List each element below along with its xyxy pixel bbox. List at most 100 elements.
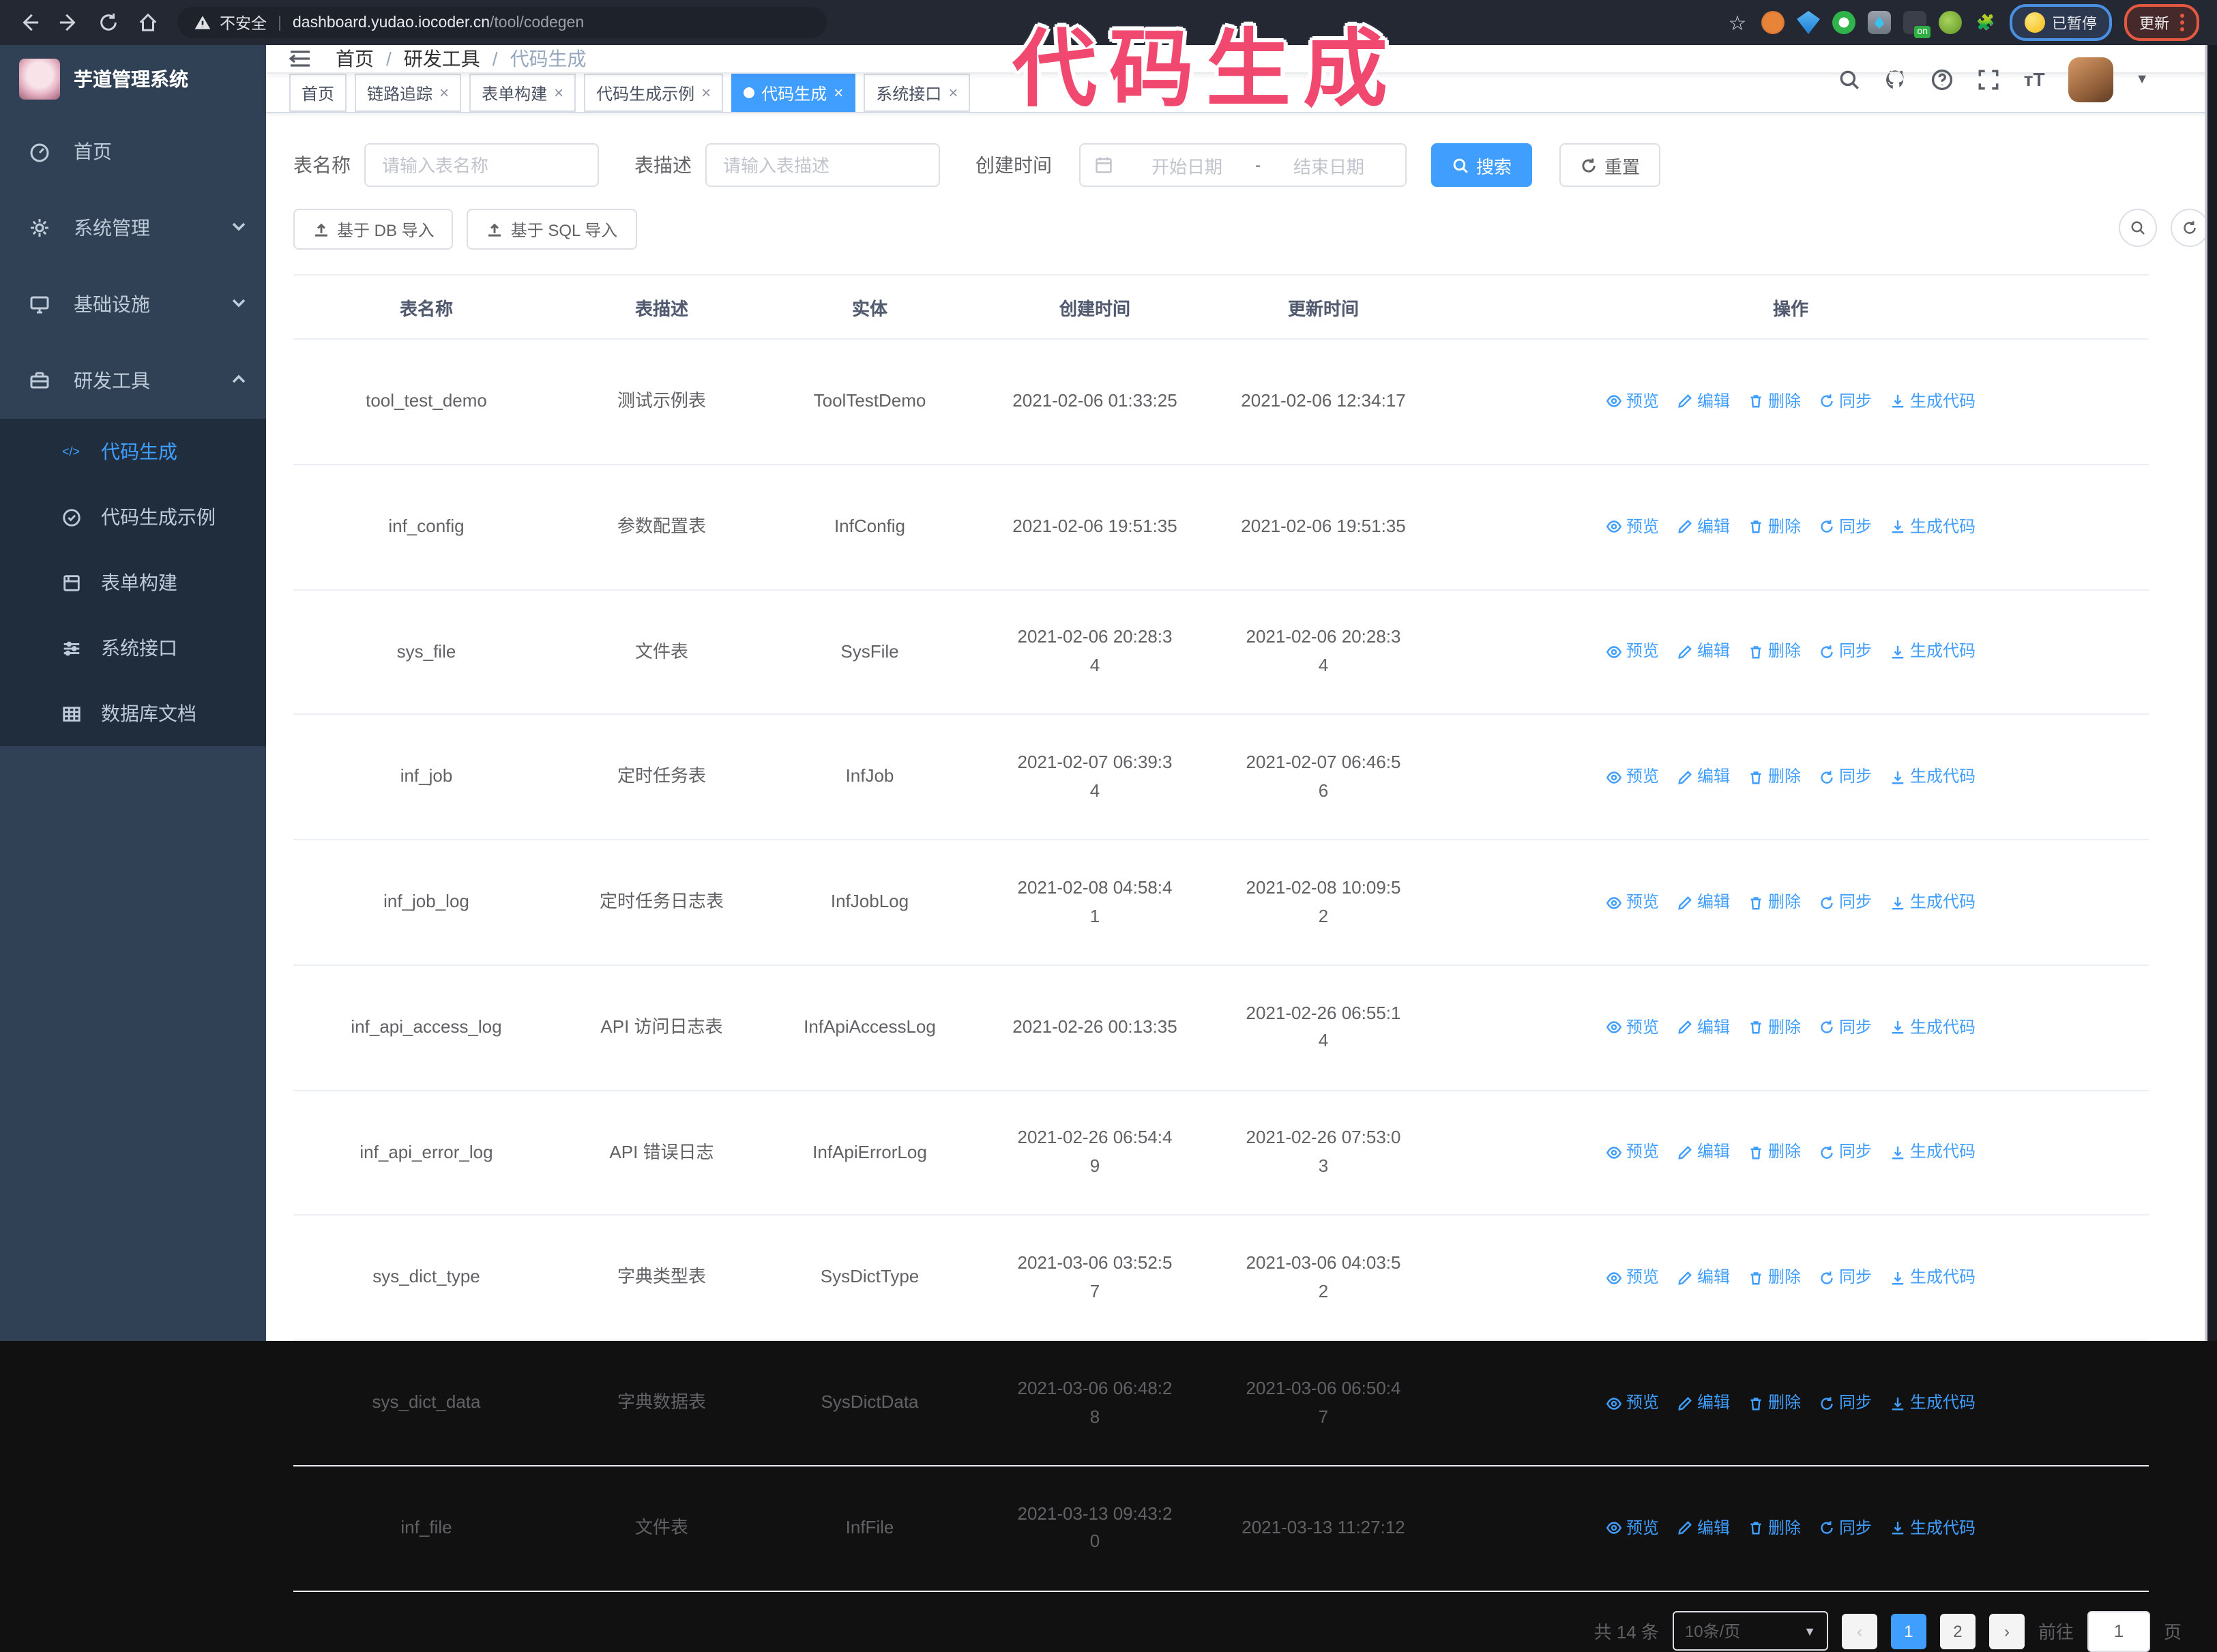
generate-code-link[interactable]: 生成代码 [1890,764,1976,790]
header-search-icon[interactable] [1836,67,1861,91]
browser-update-button[interactable]: 更新 [2124,4,2199,41]
date-range-picker[interactable]: 开始日期 - 结束日期 [1079,143,1407,187]
sync-link[interactable]: 同步 [1819,514,1872,540]
sidebar-item-system-api[interactable]: 系统接口 [0,615,266,681]
preview-link[interactable]: 预览 [1606,389,1659,415]
generate-code-link[interactable]: 生成代码 [1890,1390,1976,1416]
sync-link[interactable]: 同步 [1819,764,1872,790]
search-button[interactable]: 搜索 [1431,143,1533,187]
delete-link[interactable]: 删除 [1748,514,1801,540]
close-icon[interactable]: × [834,83,843,102]
sync-link[interactable]: 同步 [1819,1516,1872,1542]
edit-link[interactable]: 编辑 [1677,1014,1730,1040]
user-menu-caret-icon[interactable]: ▼ [2135,72,2149,87]
edit-link[interactable]: 编辑 [1677,1265,1730,1291]
close-icon[interactable]: × [948,83,958,102]
preview-link[interactable]: 预览 [1606,639,1659,665]
app-logo-row[interactable]: 芋道管理系统 [0,45,266,113]
sidebar-item-database-docs[interactable]: 数据库文档 [0,681,266,746]
tab-tracing[interactable]: 链路追踪 × [355,74,462,112]
delete-link[interactable]: 删除 [1748,389,1801,415]
preview-link[interactable]: 预览 [1606,1265,1659,1291]
prev-page-button[interactable]: ‹ [1841,1613,1877,1649]
tab-home[interactable]: 首页 [289,74,347,112]
page-button-2[interactable]: 2 [1939,1613,1976,1649]
goto-page-input[interactable] [2087,1610,2150,1652]
delete-link[interactable]: 删除 [1748,889,1801,915]
sidebar-item-infrastructure[interactable]: 基础设施 [0,266,266,342]
edit-link[interactable]: 编辑 [1677,1390,1730,1416]
delete-link[interactable]: 删除 [1748,764,1801,790]
user-avatar[interactable] [2068,57,2114,102]
generate-code-link[interactable]: 生成代码 [1890,1265,1976,1291]
edit-link[interactable]: 编辑 [1677,514,1730,540]
sidebar-item-code-generation[interactable]: </> 代码生成 [0,419,266,484]
generate-code-link[interactable]: 生成代码 [1890,639,1976,665]
sync-link[interactable]: 同步 [1819,389,1872,415]
preview-link[interactable]: 预览 [1606,1516,1659,1542]
sync-link[interactable]: 同步 [1819,1140,1872,1166]
extension-icon-orange[interactable] [1761,11,1785,34]
close-icon[interactable]: × [701,83,711,102]
delete-link[interactable]: 删除 [1748,1516,1801,1542]
import-from-db-button[interactable]: 基于 DB 导入 [293,209,454,250]
close-icon[interactable]: × [439,83,449,102]
breadcrumb-home[interactable]: 首页 [336,45,374,72]
edit-link[interactable]: 编辑 [1677,1516,1730,1542]
table-desc-input[interactable] [705,143,940,187]
page-size-select[interactable]: 10条/页 ▼ [1672,1611,1828,1651]
delete-link[interactable]: 删除 [1748,1014,1801,1040]
sidebar-item-dev-tools[interactable]: 研发工具 [0,342,266,419]
start-date-placeholder[interactable]: 开始日期 [1124,152,1250,178]
generate-code-link[interactable]: 生成代码 [1890,389,1976,415]
generate-code-link[interactable]: 生成代码 [1890,1516,1976,1542]
sidebar-item-home[interactable]: 首页 [0,113,266,190]
refresh-round-button[interactable] [2171,209,2209,247]
extension-icon-grid[interactable] [1868,11,1891,34]
preview-link[interactable]: 预览 [1606,1140,1659,1166]
address-bar[interactable]: 不安全 | dashboard.yudao.iocoder.cn/tool/co… [177,7,827,38]
sync-link[interactable]: 同步 [1819,639,1872,665]
reset-button[interactable]: 重置 [1559,143,1661,187]
tab-form-builder[interactable]: 表单构建 × [469,74,576,112]
page-button-1[interactable]: 1 [1890,1613,1926,1649]
generate-code-link[interactable]: 生成代码 [1890,1140,1976,1166]
preview-link[interactable]: 预览 [1606,1014,1659,1040]
sync-link[interactable]: 同步 [1819,1265,1872,1291]
extension-icon-blue-gem[interactable] [1797,11,1820,34]
delete-link[interactable]: 删除 [1748,639,1801,665]
preview-link[interactable]: 预览 [1606,764,1659,790]
sync-link[interactable]: 同步 [1819,1014,1872,1040]
bookmark-star-icon[interactable]: ☆ [1726,11,1749,35]
sidebar-item-system-management[interactable]: 系统管理 [0,190,266,266]
browser-reload-icon[interactable] [97,12,119,33]
extension-icon-green-plant[interactable] [1939,11,1962,34]
page-scrollbar[interactable] [2205,45,2217,1341]
generate-code-link[interactable]: 生成代码 [1890,514,1976,540]
github-icon[interactable] [1883,67,1907,91]
help-question-icon[interactable] [1929,67,1954,91]
import-from-sql-button[interactable]: 基于 SQL 导入 [467,209,637,250]
edit-link[interactable]: 编辑 [1677,1140,1730,1166]
extension-icon-green-check[interactable] [1832,11,1855,34]
font-size-icon[interactable]: тT [2022,67,2046,91]
sidebar-item-form-builder[interactable]: 表单构建 [0,550,266,615]
table-name-input[interactable] [364,143,599,187]
fullscreen-icon[interactable] [1976,67,2000,91]
close-icon[interactable]: × [554,83,563,102]
delete-link[interactable]: 删除 [1748,1390,1801,1416]
tab-system-api[interactable]: 系统接口 × [864,74,971,112]
paused-extension-badge[interactable]: 已暂停 [2010,4,2112,41]
sidebar-toggle-hamburger-icon[interactable] [287,45,314,72]
end-date-placeholder[interactable]: 结束日期 [1266,152,1392,178]
preview-link[interactable]: 预览 [1606,889,1659,915]
browser-home-icon[interactable] [136,12,158,33]
toggle-search-round-button[interactable] [2119,209,2157,247]
generate-code-link[interactable]: 生成代码 [1890,1014,1976,1040]
next-page-button[interactable]: › [1988,1613,2025,1649]
sidebar-item-code-generation-example[interactable]: 代码生成示例 [0,484,266,550]
edit-link[interactable]: 编辑 [1677,889,1730,915]
edit-link[interactable]: 编辑 [1677,639,1730,665]
sync-link[interactable]: 同步 [1819,1390,1872,1416]
browser-back-icon[interactable] [18,12,40,33]
